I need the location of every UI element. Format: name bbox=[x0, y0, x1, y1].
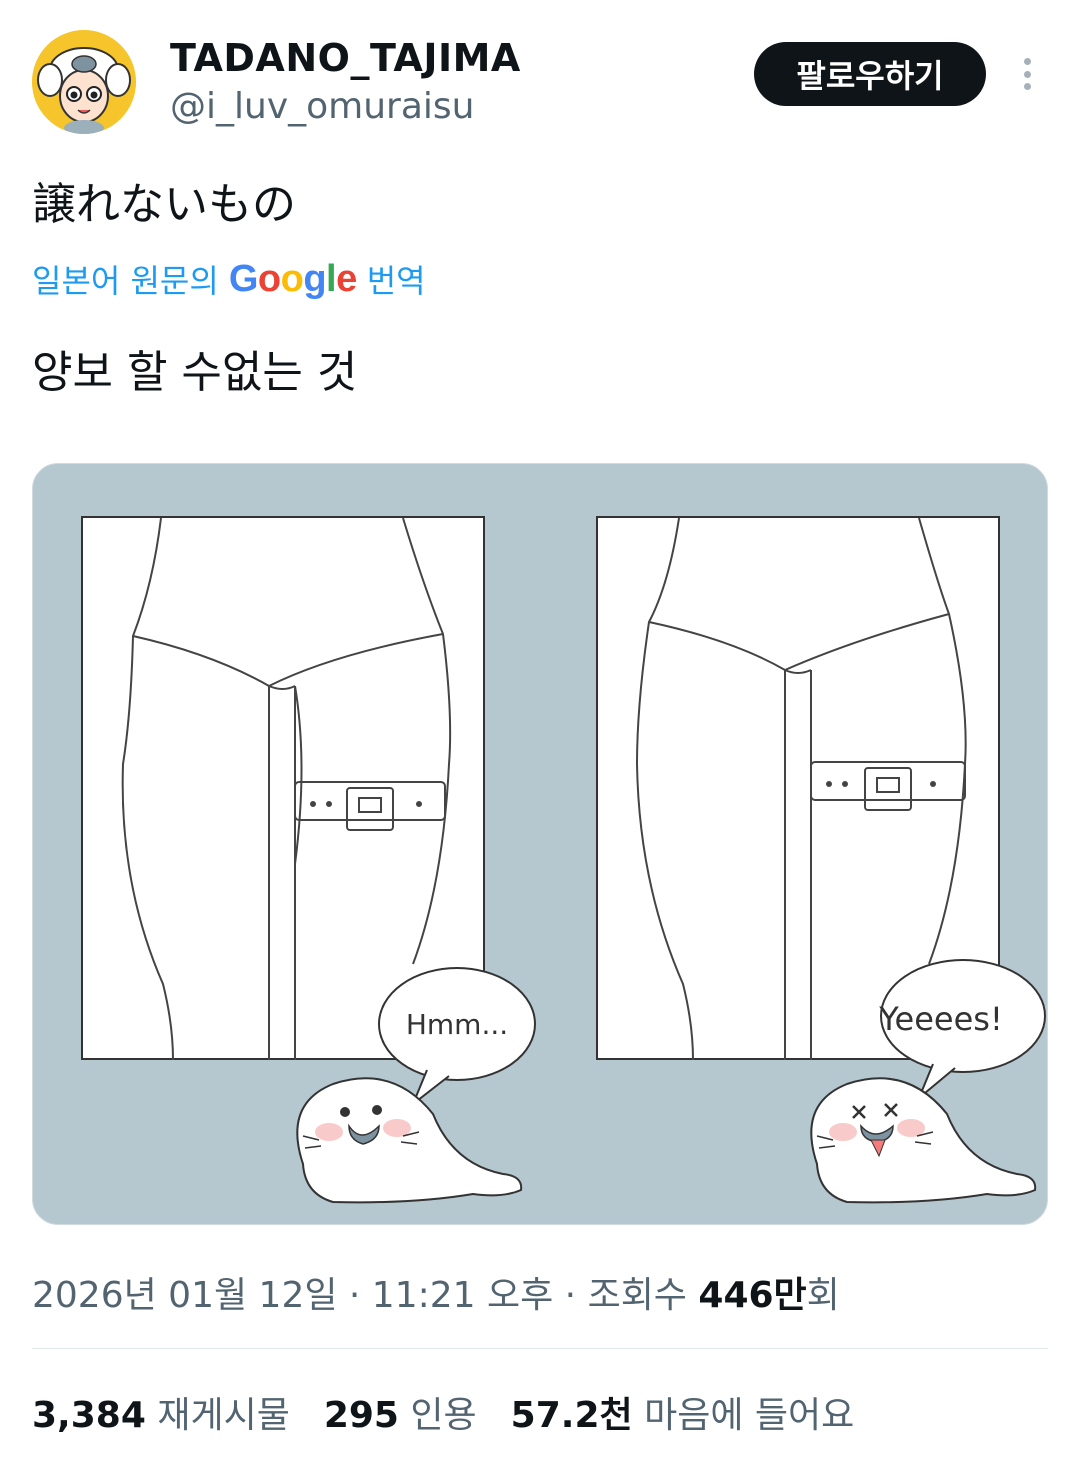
stat-likes[interactable]: 57.2천 마음에 들어요 bbox=[511, 1386, 855, 1438]
stat-quotes[interactable]: 295 인용 bbox=[324, 1386, 477, 1438]
left-bubble-text: Hmm... bbox=[406, 1008, 508, 1041]
tweet-header: TADANO_TAJIMA @i_luv_omuraisu 팔로우하기 bbox=[32, 30, 1052, 140]
stat-quotes-label: 인용 bbox=[410, 1395, 477, 1436]
stat-reposts-label: 재게시물 bbox=[157, 1395, 290, 1436]
left-legs-drawing bbox=[121, 517, 452, 1061]
translation-prefix: 일본어 원문의 bbox=[32, 262, 219, 300]
left-seal-drawing bbox=[296, 1077, 523, 1204]
view-count-suffix: 회 bbox=[806, 1275, 840, 1316]
translation-attribution[interactable]: 일본어 원문의 Google 번역 bbox=[32, 256, 426, 302]
divider bbox=[32, 1348, 1048, 1349]
tweet-datetime[interactable]: 2026년 01월 12일 · 11:21 오후 · 조회수 bbox=[32, 1275, 687, 1316]
stat-likes-number: 57.2천 bbox=[510, 1395, 633, 1436]
right-bubble-text: Yeeees! bbox=[878, 1000, 1003, 1038]
google-logo: Google bbox=[228, 257, 357, 300]
translated-text: 양보 할 수없는 것 bbox=[32, 347, 358, 398]
tweet-text: 譲れないもの bbox=[32, 179, 296, 230]
left-speech-bubble: Hmm... bbox=[378, 967, 536, 1108]
right-seal-drawing bbox=[810, 1077, 1037, 1204]
author-display-name[interactable]: TADANO_TAJIMA bbox=[170, 36, 521, 80]
stat-reposts[interactable]: 3,384 재게시물 bbox=[32, 1386, 290, 1438]
tweet-meta: 2026년 01월 12일 · 11:21 오후 · 조회수 446만회 bbox=[32, 1266, 840, 1318]
avatar[interactable] bbox=[32, 30, 136, 134]
stat-likes-label: 마음에 들어요 bbox=[644, 1395, 855, 1436]
follow-button[interactable]: 팔로우하기 bbox=[754, 42, 986, 106]
stat-reposts-number: 3,384 bbox=[32, 1395, 146, 1436]
more-options-icon[interactable] bbox=[1012, 54, 1042, 94]
right-speech-bubble: Yeeees! bbox=[878, 959, 1046, 1099]
view-count: 446만 bbox=[698, 1275, 807, 1316]
translation-suffix: 번역 bbox=[366, 262, 426, 300]
stat-quotes-number: 295 bbox=[323, 1395, 399, 1436]
avatar-illustration-icon bbox=[32, 30, 136, 134]
comic-illustration: Hmm... Yeeees! bbox=[121, 517, 1046, 1204]
author-handle[interactable]: @i_luv_omuraisu bbox=[170, 86, 474, 127]
tweet-media-image[interactable]: Hmm... Yeeees! bbox=[32, 463, 1048, 1225]
engagement-stats: 3,384 재게시물 295 인용 57.2천 마음에 들어요 bbox=[32, 1386, 854, 1438]
